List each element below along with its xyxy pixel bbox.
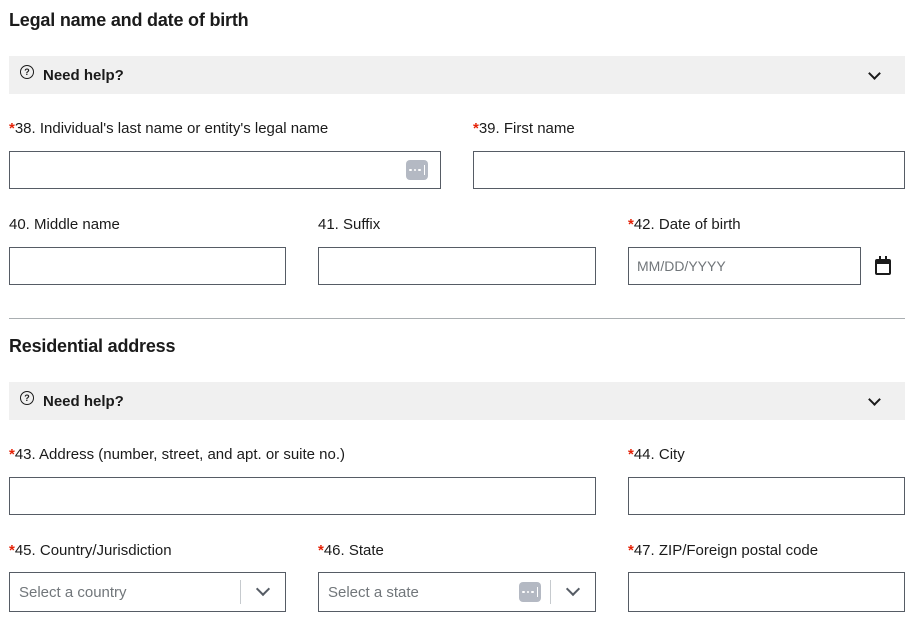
chevron-down-icon <box>565 581 581 597</box>
question-circle-icon: ? <box>20 391 34 405</box>
need-help-label: Need help? <box>43 66 124 84</box>
city-input[interactable] <box>628 477 905 515</box>
state-label: *46. State <box>318 542 384 559</box>
first-name-label-text: 39. First name <box>478 120 575 137</box>
first-name-label: *39. First name <box>473 120 575 137</box>
question-circle-icon: ? <box>20 65 34 79</box>
suffix-input[interactable] <box>318 247 596 285</box>
address-label-text: 43. Address (number, street, and apt. or… <box>14 446 346 463</box>
city-label: *44. City <box>628 446 685 463</box>
last-name-input[interactable] <box>9 151 441 189</box>
middle-name-input[interactable] <box>9 247 286 285</box>
last-name-label: *38. Individual's last name or entity's … <box>9 120 328 137</box>
state-label-text: 46. State <box>323 542 384 559</box>
country-label-text: 45. Country/Jurisdiction <box>14 542 172 559</box>
need-help-toggle-legal-name[interactable]: ? Need help? <box>9 56 905 94</box>
calendar-icon[interactable] <box>875 256 891 275</box>
last-name-label-text: 38. Individual's last name or entity's l… <box>14 120 329 137</box>
state-select-value: Select a state <box>328 583 419 601</box>
state-dropdown-toggle[interactable] <box>551 573 595 611</box>
state-select[interactable]: Select a state <box>318 572 596 612</box>
date-of-birth-label: *42. Date of birth <box>628 216 741 233</box>
suffix-label: 41. Suffix <box>318 216 381 233</box>
password-manager-icon[interactable] <box>519 582 541 602</box>
city-label-text: 44. City <box>633 446 685 463</box>
country-dropdown-toggle[interactable] <box>241 573 285 611</box>
zip-input[interactable] <box>628 572 905 612</box>
need-help-label: Need help? <box>43 392 124 410</box>
section-title-residential-address: Residential address <box>9 336 176 356</box>
country-select[interactable]: Select a country <box>9 572 286 612</box>
address-label: *43. Address (number, street, and apt. o… <box>9 446 345 463</box>
zip-label: *47. ZIP/Foreign postal code <box>628 542 818 559</box>
need-help-toggle-residential-address[interactable]: ? Need help? <box>9 382 905 420</box>
date-of-birth-label-text: 42. Date of birth <box>633 216 741 233</box>
date-of-birth-input[interactable] <box>628 247 861 285</box>
chevron-down-icon <box>255 581 271 597</box>
middle-name-label: 40. Middle name <box>9 216 120 233</box>
section-divider <box>9 318 905 319</box>
country-select-value: Select a country <box>19 583 127 601</box>
zip-label-text: 47. ZIP/Foreign postal code <box>633 542 819 559</box>
chevron-down-icon <box>868 393 881 406</box>
address-input[interactable] <box>9 477 596 515</box>
password-manager-icon[interactable] <box>406 160 428 180</box>
section-title-legal-name: Legal name and date of birth <box>9 10 249 30</box>
country-label: *45. Country/Jurisdiction <box>9 542 172 559</box>
chevron-down-icon <box>868 67 881 80</box>
first-name-input[interactable] <box>473 151 905 189</box>
